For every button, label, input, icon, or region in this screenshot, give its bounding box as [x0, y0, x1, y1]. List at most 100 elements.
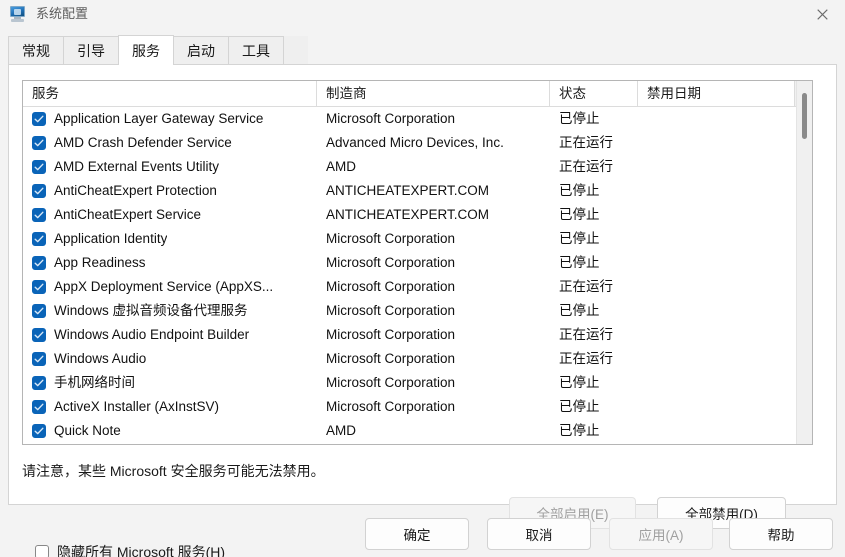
table-row[interactable]: AMD Crash Defender Service Advanced Micro…	[23, 131, 812, 155]
cell-vendor: Microsoft Corporation	[326, 351, 456, 366]
service-enabled-checkbox[interactable]	[32, 304, 46, 318]
service-name-label: Windows 虚拟音频设备代理服务	[54, 303, 248, 318]
service-enabled-checkbox[interactable]	[32, 376, 46, 390]
services-list-scrollbar[interactable]	[796, 81, 812, 444]
cell-status: 正在运行	[559, 159, 613, 174]
table-row[interactable]: ActiveX Installer (AxInstSV) Microsoft Co…	[23, 395, 812, 419]
close-button[interactable]	[800, 0, 845, 28]
cell-status: 正在运行	[559, 327, 613, 342]
cell-service-name: Windows Audio Endpoint Builder	[23, 323, 317, 347]
service-enabled-checkbox[interactable]	[32, 160, 46, 174]
check-icon	[34, 187, 44, 195]
cancel-button[interactable]: 取消	[487, 518, 591, 550]
table-row[interactable]: 手机网络时间 Microsoft Corporation 已停止	[23, 371, 812, 395]
hide-microsoft-services-checkbox[interactable]: 隐藏所有 Microsoft 服务(H)	[35, 542, 225, 557]
service-enabled-checkbox[interactable]	[32, 256, 46, 270]
ok-button[interactable]: 确定	[365, 518, 469, 550]
service-name-label: 手机网络时间	[54, 375, 135, 390]
cell-vendor: Microsoft Corporation	[326, 279, 456, 294]
service-enabled-checkbox[interactable]	[32, 280, 46, 294]
column-header-vendor[interactable]: 制造商	[317, 81, 550, 106]
cell-status: 正在运行	[559, 279, 613, 294]
cell-service-name: Windows Audio	[23, 347, 317, 371]
hide-microsoft-services-label: 隐藏所有 Microsoft 服务(H)	[57, 544, 225, 557]
table-row[interactable]: Windows Audio Microsoft Corporation 正在运行	[23, 347, 812, 371]
table-row[interactable]: AntiCheatExpert Protection ANTICHEATEXPER…	[23, 179, 812, 203]
cell-status: 已停止	[559, 231, 600, 246]
check-icon	[34, 331, 44, 339]
window-title: 系统配置	[36, 6, 89, 21]
service-name-label: AMD External Events Utility	[54, 159, 220, 174]
cell-vendor: Microsoft Corporation	[326, 255, 456, 270]
tab-strip: 常规 引导 服务 启动 工具	[0, 35, 845, 65]
apply-button[interactable]: 应用(A)	[609, 518, 713, 550]
scrollbar-thumb[interactable]	[802, 93, 807, 139]
check-icon	[34, 355, 44, 363]
cell-status: 已停止	[559, 399, 600, 414]
tab-2[interactable]: 引导	[63, 36, 119, 65]
cell-service-name: App Readiness	[23, 251, 317, 275]
check-icon	[34, 163, 44, 171]
table-row[interactable]: App Readiness Microsoft Corporation 已停止	[23, 251, 812, 275]
service-name-label: Windows Audio	[54, 351, 147, 366]
service-enabled-checkbox[interactable]	[32, 424, 46, 438]
cell-status: 已停止	[559, 423, 600, 438]
service-name-label: AntiCheatExpert Service	[54, 207, 202, 222]
check-icon	[34, 139, 44, 147]
services-list[interactable]: 服务 制造商 状态 禁用日期 Application Layer Gateway…	[22, 80, 813, 445]
cell-vendor: ANTICHEATEXPERT.COM	[326, 183, 490, 198]
tab-list: 常规 引导 服务 启动 工具	[8, 35, 284, 65]
cell-service-name: AMD Crash Defender Service	[23, 131, 317, 155]
table-row[interactable]: Windows Audio Endpoint Builder Microsoft …	[23, 323, 812, 347]
service-enabled-checkbox[interactable]	[32, 136, 46, 150]
help-button[interactable]: 帮助	[729, 518, 833, 550]
service-enabled-checkbox[interactable]	[32, 400, 46, 414]
check-icon	[34, 211, 44, 219]
check-icon	[34, 259, 44, 267]
tab-3[interactable]: 服务	[118, 35, 174, 65]
service-name-label: AntiCheatExpert Protection	[54, 183, 217, 198]
service-enabled-checkbox[interactable]	[32, 112, 46, 126]
service-name-label: Quick Note	[54, 423, 121, 438]
service-name-label: Windows Audio Endpoint Builder	[54, 327, 250, 342]
table-row[interactable]: Windows 虚拟音频设备代理服务 Microsoft Corporation 已…	[23, 299, 812, 323]
security-note-text: 请注意，某些 Microsoft 安全服务可能无法禁用。	[22, 463, 325, 479]
cell-service-name: AntiCheatExpert Service	[23, 203, 317, 227]
service-enabled-checkbox[interactable]	[32, 208, 46, 222]
check-icon	[34, 427, 44, 435]
service-enabled-checkbox[interactable]	[32, 184, 46, 198]
column-header-service[interactable]: 服务	[23, 81, 317, 106]
cell-vendor: Microsoft Corporation	[326, 399, 456, 414]
table-row[interactable]: Quick Note AMD 已停止	[23, 419, 812, 443]
column-header-disabled-date[interactable]: 禁用日期	[638, 81, 795, 106]
cell-status: 已停止	[559, 111, 600, 126]
service-enabled-checkbox[interactable]	[32, 328, 46, 342]
service-name-label: AppX Deployment Service (AppXS...	[54, 279, 274, 294]
cell-service-name: Application Identity	[23, 227, 317, 251]
table-row[interactable]: AppX Deployment Service (AppXS... Microso…	[23, 275, 812, 299]
computer-monitor-icon	[9, 5, 27, 23]
service-name-label: App Readiness	[54, 255, 146, 270]
cell-vendor: Microsoft Corporation	[326, 327, 456, 342]
tab-4[interactable]: 启动	[173, 36, 229, 65]
cell-service-name: Quick Note	[23, 419, 317, 443]
check-icon	[34, 115, 44, 123]
table-row[interactable]: AMD External Events Utility AMD 正在运行	[23, 155, 812, 179]
service-enabled-checkbox[interactable]	[32, 352, 46, 366]
system-configuration-window: 系统配置 常规 引导 服务 启动 工具 服务 制造商 状态 禁用日期 Applicati…	[0, 0, 845, 557]
table-row[interactable]: Application Layer Gateway Service Microso…	[23, 107, 812, 131]
cell-vendor: AMD	[326, 159, 356, 174]
checkbox-box[interactable]	[35, 545, 49, 557]
column-header-status[interactable]: 状态	[550, 81, 638, 106]
tab-5[interactable]: 工具	[228, 36, 284, 65]
services-list-header: 服务 制造商 状态 禁用日期	[23, 81, 812, 107]
cell-vendor: Microsoft Corporation	[326, 231, 456, 246]
service-enabled-checkbox[interactable]	[32, 232, 46, 246]
tab-1[interactable]: 常规	[8, 36, 64, 65]
cell-service-name: Application Layer Gateway Service	[23, 107, 317, 131]
check-icon	[34, 379, 44, 387]
service-name-label: Application Layer Gateway Service	[54, 111, 264, 126]
table-row[interactable]: AntiCheatExpert Service ANTICHEATEXPERT.C…	[23, 203, 812, 227]
table-row[interactable]: Application Identity Microsoft Corporatio…	[23, 227, 812, 251]
cell-vendor: Microsoft Corporation	[326, 375, 456, 390]
